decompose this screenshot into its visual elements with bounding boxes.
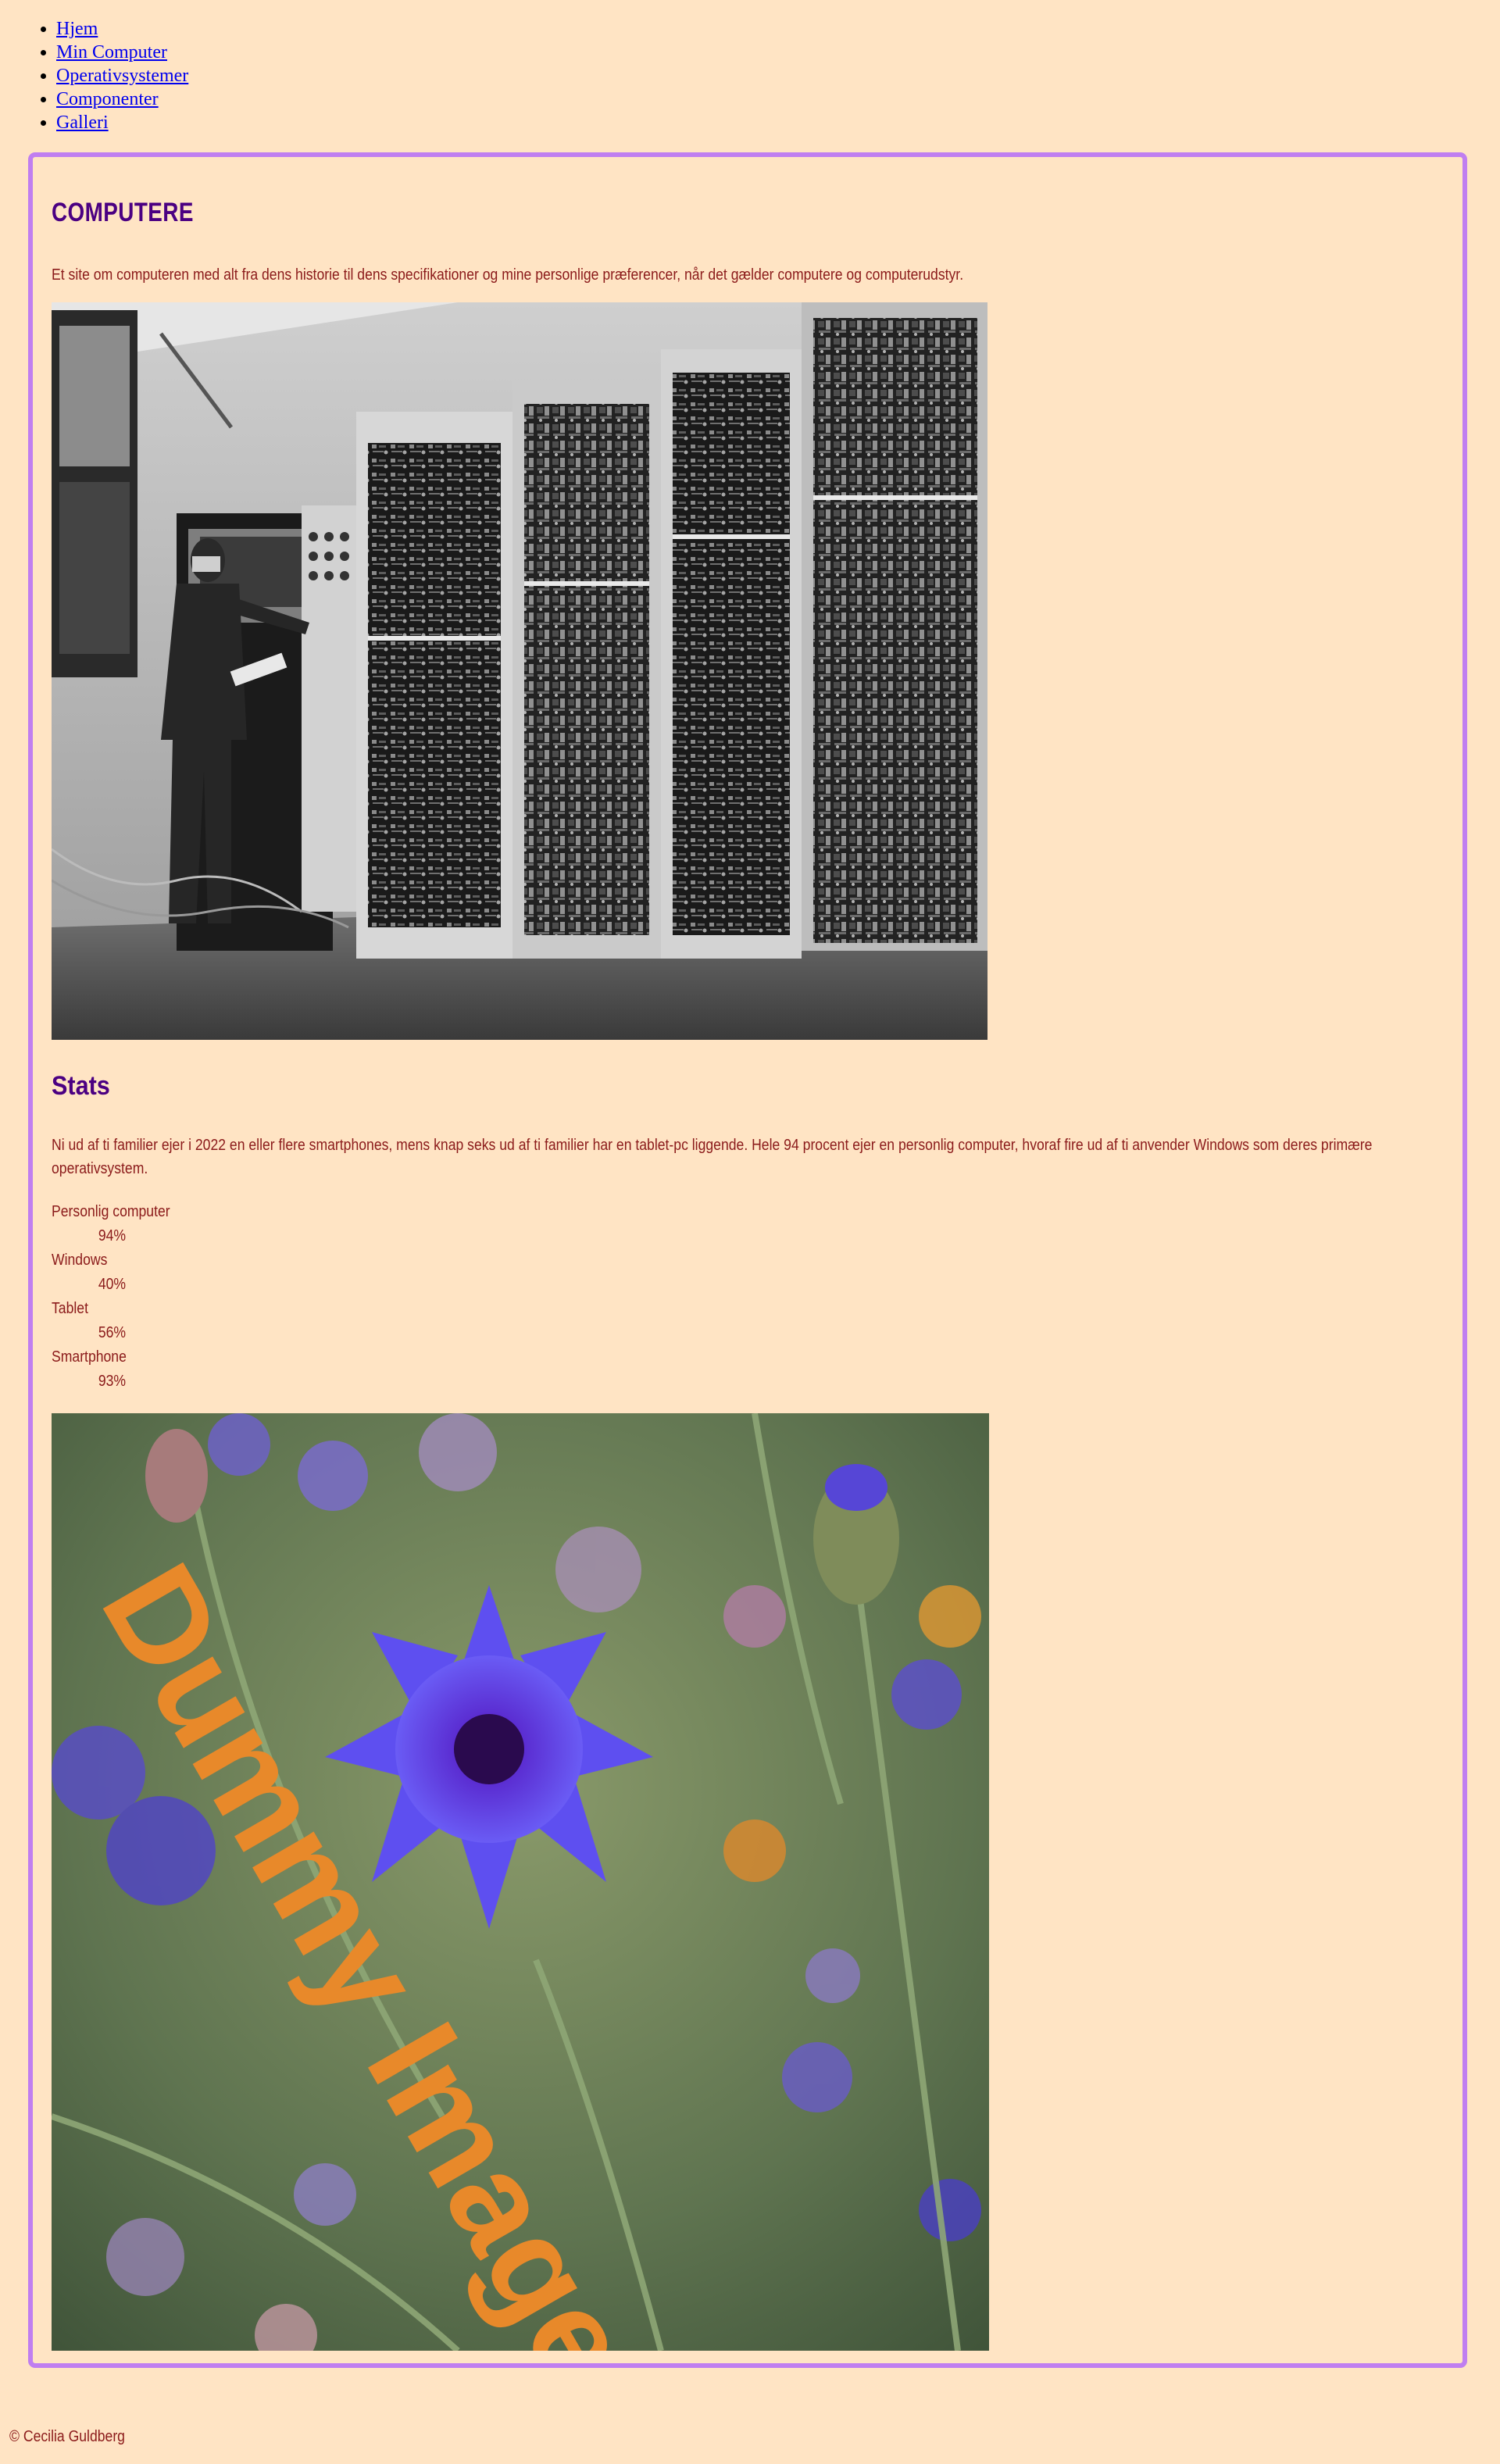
stat-term-windows: Windows: [52, 1252, 108, 1269]
stat-term-smartphone: Smartphone: [52, 1348, 127, 1366]
stat-value-tablet: 56%: [98, 1324, 127, 1341]
stat-value-smartphone: 93%: [98, 1373, 127, 1390]
flower-dummy-image: Dummy Image: [52, 1413, 989, 2351]
stats-list: Personlig computer 94% Windows 40% Table…: [52, 1200, 170, 1394]
nav-item-min-computer: Min Computer: [56, 41, 188, 64]
stat-term-tablet: Tablet: [52, 1300, 88, 1317]
main-content-frame: COMPUTERE Et site om computeren med alt …: [28, 152, 1467, 2368]
page-title: COMPUTERE: [52, 198, 194, 227]
nav-link-operativsystemer[interactable]: Operativsystemer: [56, 66, 188, 86]
nav-link-hjem[interactable]: Hjem: [56, 19, 98, 39]
nav-link-componenter[interactable]: Componenter: [56, 89, 159, 109]
nav-item-componenter: Componenter: [56, 87, 188, 111]
stat-term-personlig-computer: Personlig computer: [52, 1203, 170, 1220]
nav-item-hjem: Hjem: [56, 17, 188, 41]
stat-value-windows: 40%: [98, 1276, 127, 1293]
nav-item-galleri: Galleri: [56, 111, 188, 134]
stat-value-personlig-computer: 94%: [98, 1227, 127, 1244]
nav-item-operativsystemer: Operativsystemer: [56, 64, 188, 87]
footer-copyright: © Cecilia Guldberg: [9, 2428, 125, 2445]
stats-paragraph: Ni ud af ti familier ejer i 2022 en elle…: [52, 1137, 1373, 1177]
computer-room-photo: [52, 302, 988, 1040]
intro-paragraph: Et site om computeren med alt fra dens h…: [52, 266, 964, 284]
main-nav: Hjem Min Computer Operativsystemer Compo…: [0, 17, 188, 134]
nav-link-min-computer[interactable]: Min Computer: [56, 42, 167, 62]
stats-heading: Stats: [52, 1071, 110, 1101]
nav-link-galleri[interactable]: Galleri: [56, 112, 109, 133]
